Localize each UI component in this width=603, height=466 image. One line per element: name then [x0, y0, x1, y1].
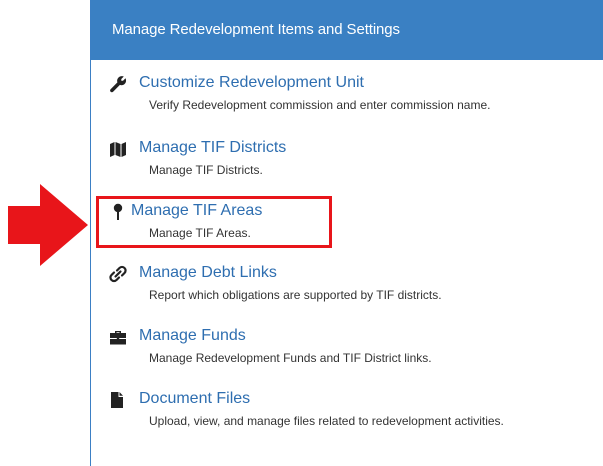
menu-item-description: Report which obligations are supported b… [149, 288, 442, 302]
menu-item-description: Manage TIF Districts. [149, 163, 263, 177]
menu-item-title[interactable]: Customize Redevelopment Unit [139, 73, 364, 93]
menu-item-description: Manage Redevelopment Funds and TIF Distr… [149, 351, 432, 365]
menu-item-manage-tif-districts[interactable]: Manage TIF Districts Manage TIF District… [91, 138, 603, 188]
menu-item-document-files[interactable]: Document Files Upload, view, and manage … [91, 389, 603, 439]
menu-item-manage-debt-links[interactable]: Manage Debt Links Report which obligatio… [91, 263, 603, 313]
annotation-arrow [8, 184, 88, 266]
menu-item-description: Verify Redevelopment commission and ente… [149, 98, 491, 112]
wrench-icon [109, 75, 127, 93]
menu-item-title[interactable]: Manage Funds [139, 326, 246, 346]
menu-item-title[interactable]: Manage TIF Districts [139, 138, 286, 158]
briefcase-icon [109, 328, 127, 346]
annotation-highlight-box [96, 196, 332, 248]
panel-header: Manage Redevelopment Items and Settings [91, 0, 603, 60]
page: Manage Redevelopment Items and Settings … [0, 0, 603, 466]
menu-item-title[interactable]: Document Files [139, 389, 250, 409]
link-icon [109, 265, 127, 283]
menu-item-manage-funds[interactable]: Manage Funds Manage Redevelopment Funds … [91, 326, 603, 376]
file-icon [109, 391, 127, 409]
map-icon [109, 140, 127, 158]
menu-item-title[interactable]: Manage Debt Links [139, 263, 277, 283]
menu-item-description: Upload, view, and manage files related t… [149, 414, 504, 428]
menu-item-customize-redevelopment-unit[interactable]: Customize Redevelopment Unit Verify Rede… [91, 73, 603, 123]
